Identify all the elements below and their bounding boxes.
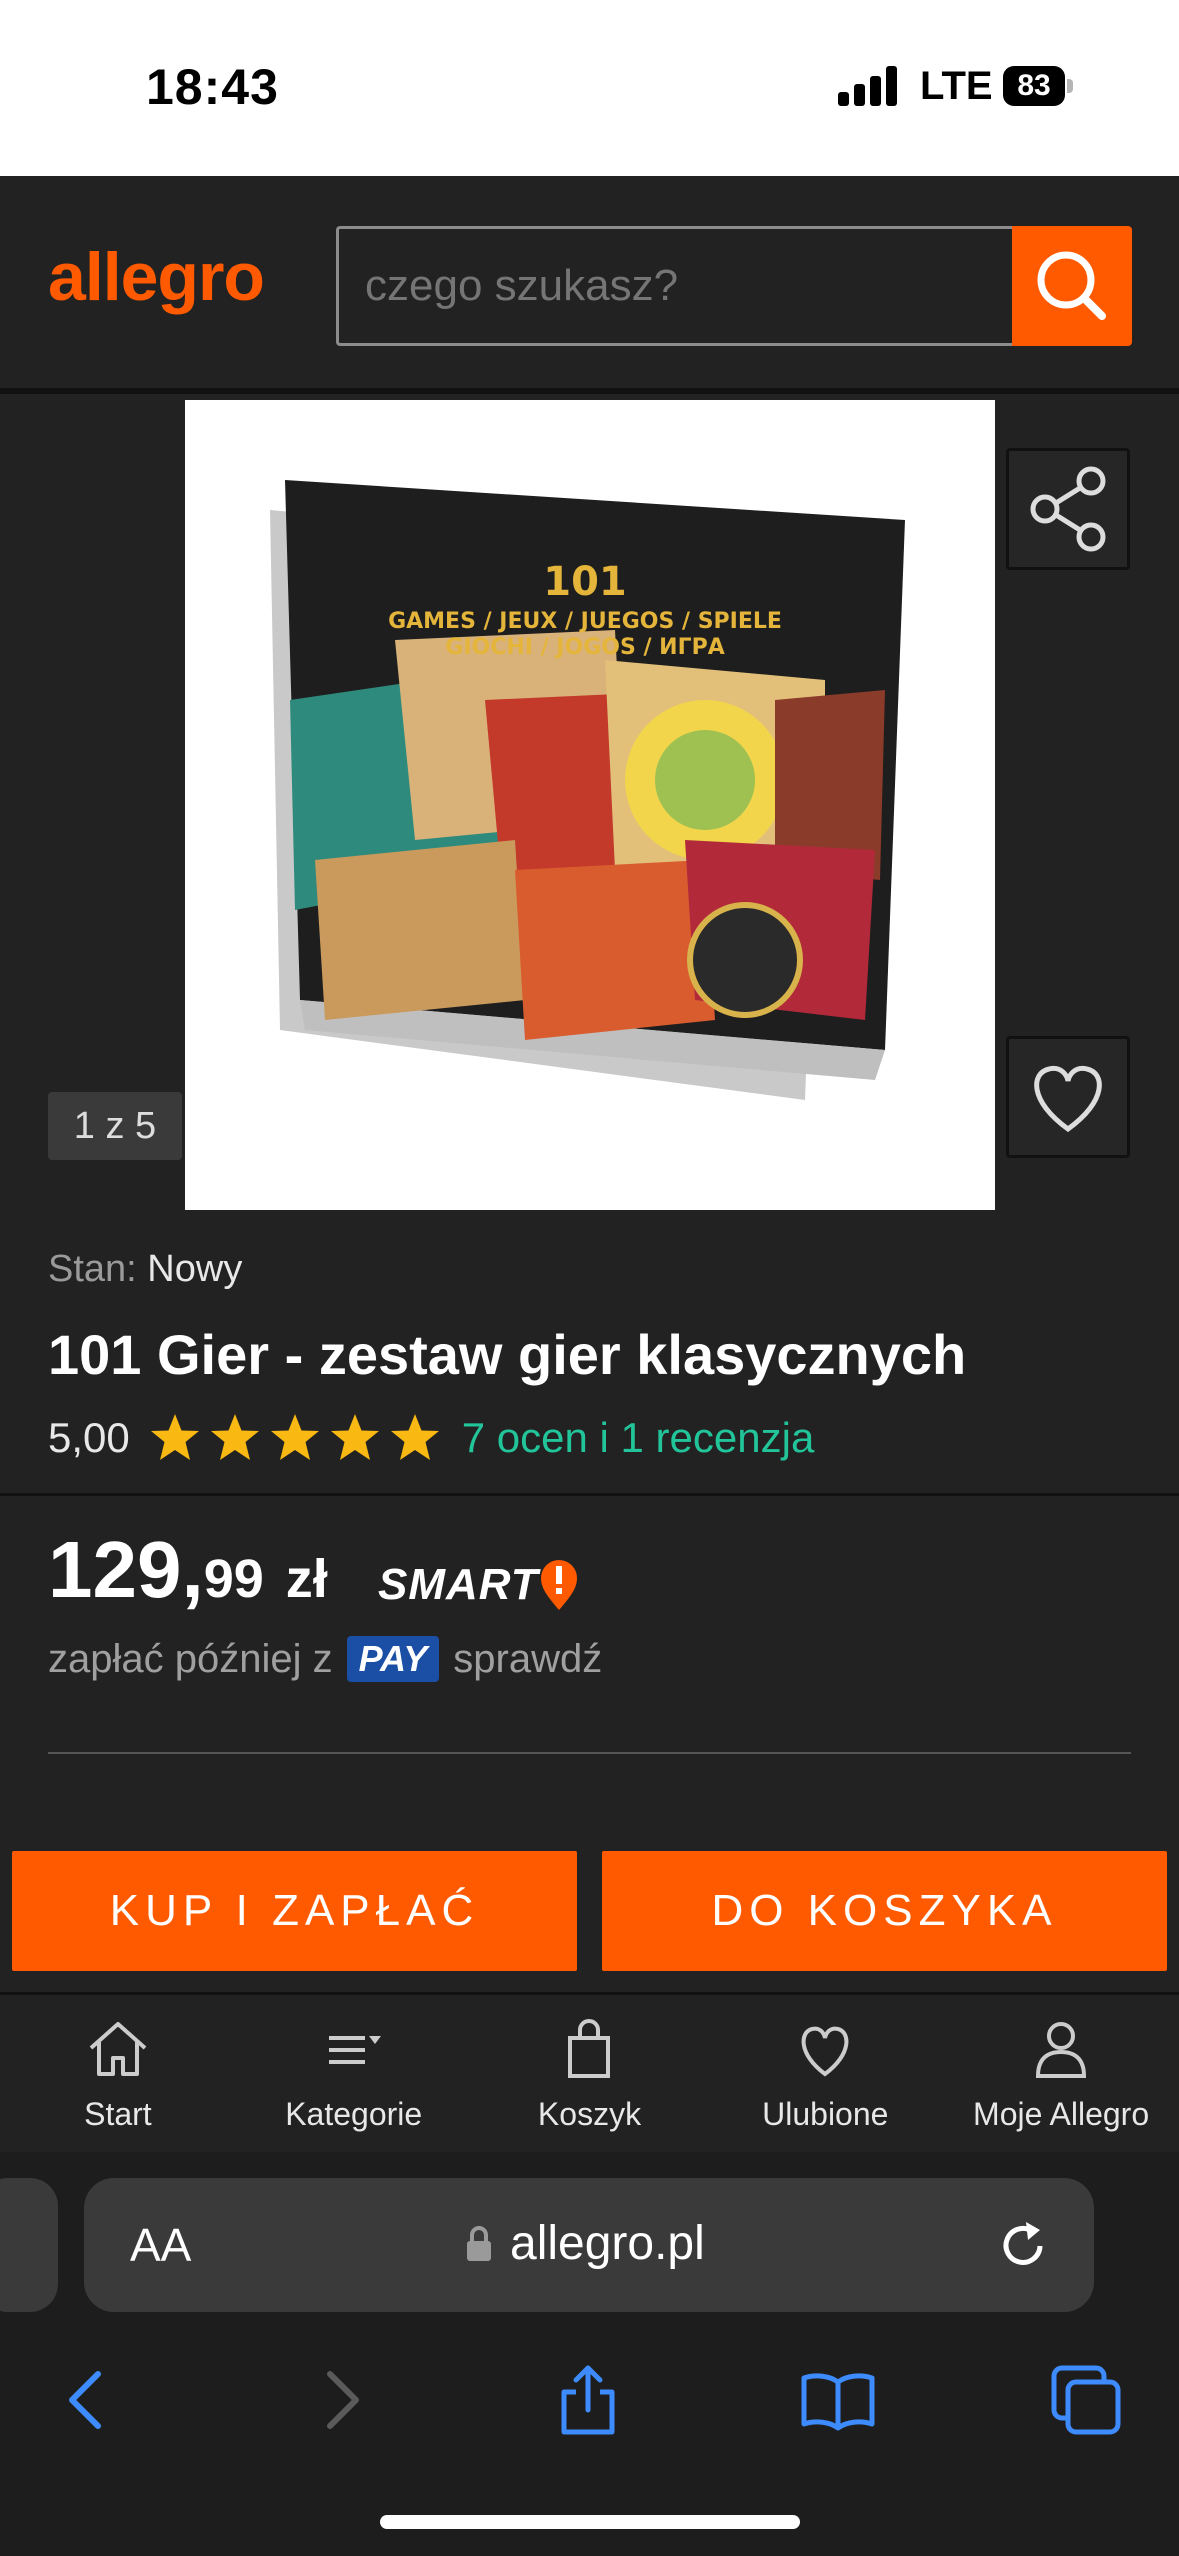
star-icon: [150, 1414, 199, 1460]
text-size-button[interactable]: AA: [130, 2218, 191, 2272]
reload-icon[interactable]: [994, 2216, 1052, 2274]
nav-cart[interactable]: Koszyk: [472, 1996, 708, 2152]
board-game-box-image: 101 GAMES / JEUX / JUEGOS / SPIELE GIOCH…: [185, 400, 995, 1210]
search-input[interactable]: [336, 226, 1014, 346]
app-header: allegro: [0, 176, 1179, 394]
status-bar: 18:43 LTE 83: [0, 0, 1179, 176]
nav-start[interactable]: Start: [0, 1996, 236, 2152]
nav-my-allegro[interactable]: Moje Allegro: [943, 1996, 1179, 2152]
smart-label: SMART: [378, 1560, 539, 1609]
share-icon[interactable]: [548, 2360, 628, 2440]
back-icon[interactable]: [48, 2360, 128, 2440]
share-button[interactable]: [1006, 448, 1130, 570]
previous-tab[interactable]: [0, 2178, 58, 2312]
tabs-icon[interactable]: [1046, 2360, 1126, 2440]
svg-text:GIOCHI / JOGOS / ИГРА: GIOCHI / JOGOS / ИГРА: [445, 635, 724, 660]
share-icon: [1030, 466, 1106, 552]
user-icon: [1036, 2022, 1087, 2078]
product-image[interactable]: 101 GAMES / JEUX / JUEGOS / SPIELE GIOCH…: [185, 400, 995, 1210]
svg-text:101: 101: [543, 559, 627, 605]
gallery-counter: 1 z 5: [48, 1092, 182, 1160]
product-gallery: 101 GAMES / JEUX / JUEGOS / SPIELE GIOCH…: [0, 400, 1179, 1210]
buy-now-button[interactable]: KUP I ZAPŁAĆ: [12, 1851, 577, 1971]
divider: [48, 1752, 1131, 1754]
heart-icon: [801, 2026, 849, 2077]
lock-icon: [467, 2225, 491, 2261]
search-icon: [1037, 251, 1106, 320]
add-to-cart-button[interactable]: DO KOSZYKA: [602, 1851, 1167, 1971]
divider: [0, 1493, 1179, 1496]
price-integer: 129,: [48, 1525, 204, 1614]
price-decimal: 99: [203, 1549, 264, 1609]
home-indicator[interactable]: [380, 2515, 800, 2529]
smart-badge[interactable]: SMART: [378, 1558, 579, 1612]
nav-categories[interactable]: Kategorie: [236, 1996, 472, 2152]
nav-label: Kategorie: [285, 2096, 423, 2132]
heart-icon: [1034, 1065, 1102, 1133]
condition-label: Stan:: [48, 1248, 137, 1290]
signal-icon: [838, 66, 900, 106]
battery-icon: 83: [1003, 66, 1073, 106]
url-text: allegro.pl: [510, 2217, 705, 2270]
search-button[interactable]: [1012, 226, 1132, 346]
svg-text:GAMES / JEUX / JUEGOS / SPIELE: GAMES / JEUX / JUEGOS / SPIELE: [388, 609, 782, 634]
paylater-text: zapłać później z: [48, 1636, 333, 1681]
paylater-check-link[interactable]: sprawdź: [453, 1637, 602, 1682]
action-bar: KUP I ZAPŁAĆ DO KOSZYKA: [0, 1835, 1179, 1995]
rating-row: 5,00 7 ocen i 1 recenzja: [48, 1410, 814, 1466]
battery-level: 83: [1017, 69, 1051, 102]
star-icon: [270, 1414, 319, 1460]
condition-value: Nowy: [147, 1248, 243, 1290]
status-time: 18:43: [146, 59, 279, 115]
star-icon: [390, 1414, 439, 1460]
reviews-link[interactable]: 7 ocen i 1 recenzja: [462, 1414, 815, 1462]
star-icon: [210, 1414, 259, 1460]
bottom-navigation: Start Kategorie Koszyk Ulubione Moje All…: [0, 1996, 1179, 2152]
nav-favorites[interactable]: Ulubione: [707, 1996, 943, 2152]
home-icon: [89, 2022, 147, 2076]
nav-label: Start: [84, 2096, 152, 2132]
add-to-favorites-button[interactable]: [1006, 1036, 1130, 1158]
bookmarks-icon[interactable]: [798, 2360, 878, 2440]
bag-icon: [568, 2019, 611, 2078]
price-currency: zł: [285, 1549, 328, 1609]
nav-label: Koszyk: [537, 2096, 642, 2132]
price: 129, 99 zł: [48, 1524, 328, 1616]
address-bar[interactable]: AA allegro.pl: [84, 2178, 1094, 2312]
product-title: 101 Gier - zestaw gier klasycznych: [48, 1323, 967, 1386]
nav-label: Moje Allegro: [973, 2096, 1150, 2132]
browser-chrome: AA allegro.pl: [0, 2152, 1179, 2556]
star-icon: [330, 1414, 379, 1460]
pay-later-row: zapłać później z PAY sprawdź: [48, 1636, 602, 1682]
pay-badge: PAY: [346, 1636, 440, 1682]
rating-value: 5,00: [48, 1414, 130, 1461]
browser-toolbar: [0, 2340, 1179, 2460]
nav-label: Ulubione: [762, 2096, 889, 2132]
condition: Stan: Nowy: [48, 1248, 242, 1291]
allegro-logo[interactable]: allegro: [48, 238, 265, 316]
menu-icon: [328, 2036, 381, 2064]
network-type: LTE: [920, 64, 993, 108]
smart-exclamation-icon: [540, 1560, 577, 1610]
forward-icon[interactable]: [300, 2360, 380, 2440]
rating-stars: [148, 1411, 448, 1465]
url-display[interactable]: allegro.pl: [464, 2216, 705, 2271]
